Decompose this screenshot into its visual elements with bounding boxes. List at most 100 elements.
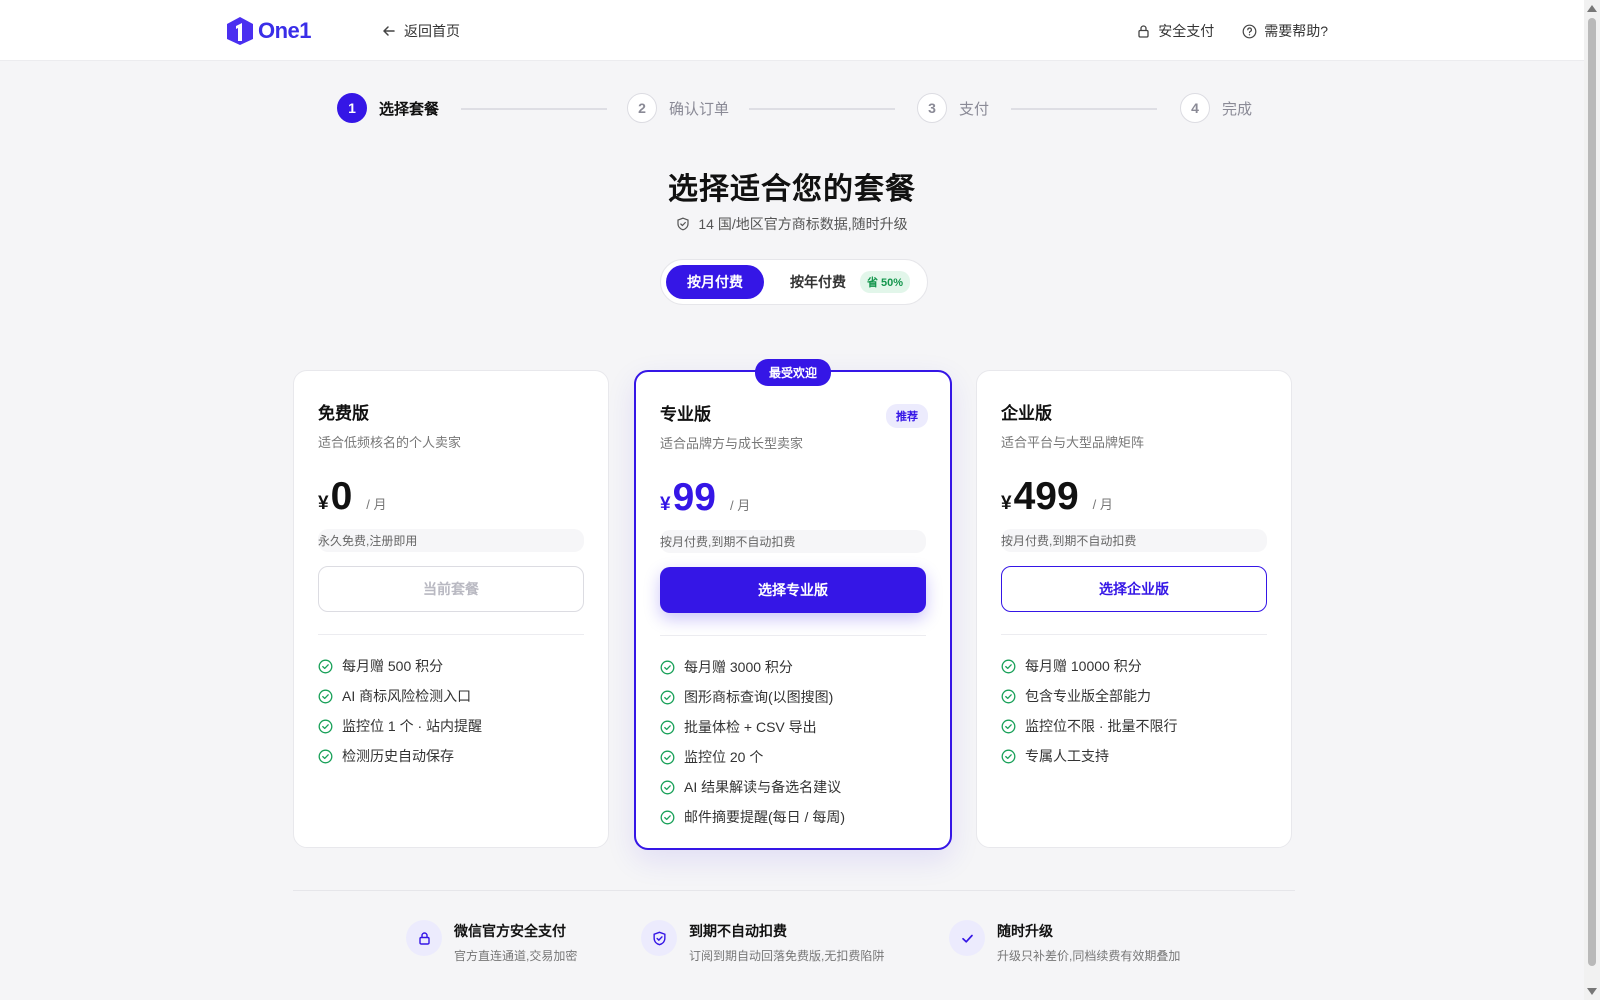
plan-price: ¥ 99 / 月: [660, 478, 926, 518]
check-circle-icon: [318, 689, 333, 703]
plan-name: 企业版: [1001, 404, 1052, 423]
trust-description: 升级只补差价,同档续费有效期叠加: [997, 949, 1181, 963]
price-note: 按月付费,到期不自动扣费: [660, 530, 926, 553]
trust-item-no-auto-renew: 到期不自动扣费 订阅到期自动回落免费版,无扣费陷阱: [641, 920, 884, 964]
feature-text: 包含专业版全部能力: [1025, 688, 1151, 704]
brand-name: One1: [258, 18, 312, 43]
step-label: 选择套餐: [379, 100, 440, 118]
step-connector: [1011, 108, 1157, 110]
back-home-label: 返回首页: [404, 23, 460, 39]
trust-title: 随时升级: [997, 923, 1053, 939]
secure-payment-indicator: 安全支付: [1136, 21, 1214, 41]
feature-item: 检测历史自动保存: [318, 741, 584, 771]
yearly-billing-option[interactable]: 按年付费 省 50%: [764, 265, 911, 299]
step-connector: [461, 108, 607, 110]
plan-card-enterprise: 企业版 适合平台与大型品牌矩阵 ¥ 499 / 月 按月付费,到期不自动扣费 选…: [976, 370, 1292, 848]
feature-item: 监控位 1 个 · 站内提醒: [318, 711, 584, 741]
trust-icon-bg: [641, 920, 677, 956]
feature-item: 每月赠 3000 积分: [660, 652, 926, 682]
current-plan-button[interactable]: 当前套餐: [318, 566, 584, 612]
scroll-up-arrow-icon[interactable]: [1587, 5, 1597, 12]
lock-icon: [418, 931, 430, 945]
check-circle-icon: [660, 690, 675, 704]
check-circle-icon: [660, 660, 675, 674]
select-enterprise-button[interactable]: 选择企业版: [1001, 566, 1267, 612]
monthly-billing-option[interactable]: 按月付费: [666, 265, 764, 299]
step-connector: [749, 108, 895, 110]
check-circle-icon: [1001, 749, 1016, 763]
trust-title: 到期不自动扣费: [689, 923, 787, 939]
feature-text: 每月赠 3000 积分: [684, 659, 793, 675]
price-currency: ¥: [660, 494, 671, 515]
feature-item: 每月赠 10000 积分: [1001, 651, 1267, 681]
back-home-link[interactable]: 返回首页: [382, 21, 460, 41]
page-scrollbar[interactable]: [1584, 0, 1600, 1000]
step-number: 1: [337, 93, 367, 123]
check-circle-icon: [660, 810, 675, 824]
feature-item: 批量体检 + CSV 导出: [660, 712, 926, 742]
feature-list: 每月赠 3000 积分 图形商标查询(以图搜图) 批量体检 + CSV 导出 监…: [660, 652, 926, 832]
page-title: 选择适合您的套餐: [668, 173, 916, 206]
feature-list: 每月赠 500 积分 AI 商标风险检测入口 监控位 1 个 · 站内提醒 检测…: [318, 651, 584, 771]
feature-item: AI 结果解读与备选名建议: [660, 772, 926, 802]
question-circle-icon: [1242, 24, 1257, 38]
price-period: / 月: [366, 497, 387, 512]
check-circle-icon: [318, 749, 333, 763]
feature-item: 图形商标查询(以图搜图): [660, 682, 926, 712]
trust-title: 微信官方安全支付: [454, 923, 566, 939]
check-circle-icon: [1001, 689, 1016, 703]
trust-description: 官方直连通道,交易加密: [454, 949, 578, 963]
feature-text: 批量体检 + CSV 导出: [684, 719, 817, 735]
card-divider: [318, 634, 584, 635]
price-period: / 月: [1092, 497, 1113, 512]
help-link[interactable]: 需要帮助?: [1242, 21, 1328, 41]
lock-icon: [1138, 24, 1149, 38]
feature-text: 专属人工支持: [1025, 748, 1109, 764]
feature-text: 邮件摘要提醒(每日 / 每周): [684, 809, 845, 825]
scroll-down-arrow-icon[interactable]: [1587, 988, 1597, 995]
card-divider: [1001, 634, 1267, 635]
plan-price: ¥ 499 / 月: [1001, 477, 1267, 517]
secure-payment-label: 安全支付: [1158, 23, 1215, 39]
feature-item: 包含专业版全部能力: [1001, 681, 1267, 711]
step-label: 完成: [1222, 100, 1253, 118]
section-divider: [293, 890, 1295, 891]
check-circle-icon: [318, 719, 333, 733]
shield-check-icon: [652, 931, 666, 945]
feature-item: AI 商标风险检测入口: [318, 681, 584, 711]
price-note: 按月付费,到期不自动扣费: [1001, 529, 1267, 552]
plan-description: 适合品牌方与成长型卖家: [660, 436, 804, 451]
top-navigation-bar: One1 返回首页 安全支付 需要帮助?: [0, 0, 1584, 61]
plan-price: ¥ 0 / 月: [318, 477, 584, 517]
one1-logo-icon: [227, 17, 253, 45]
help-label: 需要帮助?: [1264, 23, 1328, 39]
trust-icon-bg: [949, 920, 985, 956]
select-pro-button[interactable]: 选择专业版: [660, 567, 926, 613]
price-currency: ¥: [1001, 493, 1012, 514]
plan-name: 免费版: [318, 404, 369, 423]
brand-logo[interactable]: One1: [226, 16, 312, 46]
most-popular-badge: 最受欢迎: [754, 359, 832, 386]
step-complete: 4 完成: [1180, 93, 1252, 123]
check-circle-icon: [318, 659, 333, 673]
checkout-stepper: 1 选择套餐 2 确认订单 3 支付 4 完成: [337, 93, 1255, 125]
step-label: 确认订单: [669, 100, 730, 118]
feature-item: 专属人工支持: [1001, 741, 1267, 771]
step-select-plan: 1 选择套餐: [337, 93, 439, 123]
price-period: / 月: [729, 498, 751, 513]
page-subtitle: 14 国/地区官方商标数据,随时升级: [0, 214, 1584, 234]
step-number: 3: [917, 93, 947, 123]
scrollbar-thumb[interactable]: [1588, 18, 1596, 966]
feature-text: AI 商标风险检测入口: [342, 688, 472, 704]
feature-item: 邮件摘要提醒(每日 / 每周): [660, 802, 926, 832]
feature-item: 监控位 20 个: [660, 742, 926, 772]
arrow-left-icon: [383, 26, 395, 36]
yearly-billing-label: 按年付费: [790, 274, 846, 290]
step-number: 4: [1180, 93, 1210, 123]
step-label: 支付: [959, 100, 990, 118]
feature-item: 每月赠 500 积分: [318, 651, 584, 681]
feature-text: 监控位 20 个: [684, 749, 764, 765]
shield-check-icon: [677, 217, 689, 231]
feature-text: AI 结果解读与备选名建议: [684, 779, 842, 795]
trust-item-secure-payment: 微信官方安全支付 官方直连通道,交易加密: [406, 920, 577, 964]
